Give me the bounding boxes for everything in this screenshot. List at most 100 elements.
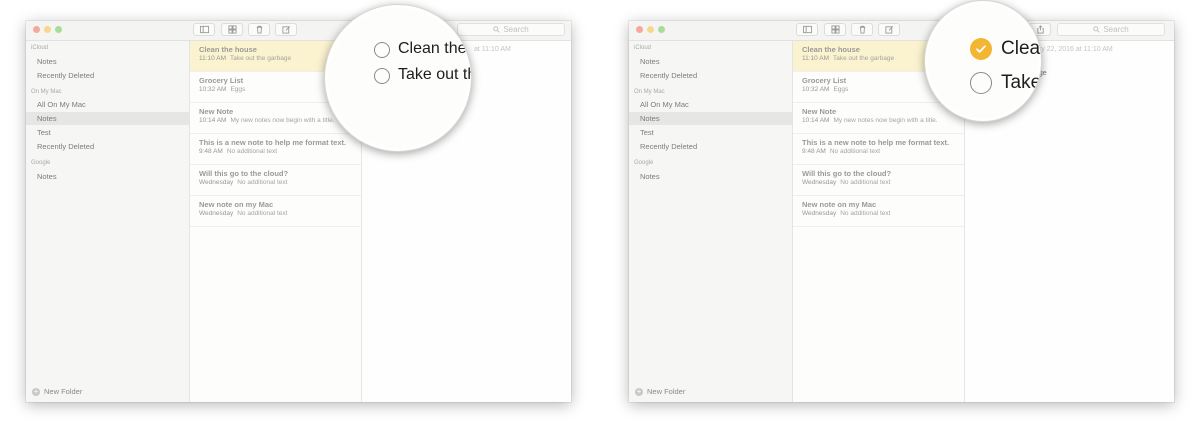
- sidebar-item-all-on-my-mac[interactable]: All On My Mac: [26, 98, 189, 111]
- search-placeholder: Search: [1103, 25, 1129, 34]
- section-on-my-mac: On My Mac: [31, 89, 62, 95]
- sidebar-icon: [802, 25, 812, 34]
- note-title: New Note: [802, 107, 837, 116]
- note-preview: No additional text: [829, 148, 881, 155]
- search-icon: [493, 26, 500, 33]
- zoom-window-button[interactable]: [55, 26, 62, 33]
- note-time: Wednesday: [802, 210, 837, 217]
- note-title: New note on my Mac: [199, 200, 274, 209]
- section-icloud: iCloud: [634, 45, 652, 51]
- checkbox-checked-icon[interactable]: [970, 38, 992, 60]
- note-time: Wednesday: [199, 210, 234, 217]
- zoom-window-button[interactable]: [658, 26, 665, 33]
- section-google: Google: [634, 160, 654, 166]
- compose-note-button[interactable]: [878, 23, 900, 36]
- note-title: This is a new note to help me format tex…: [199, 138, 347, 147]
- delete-note-button[interactable]: [851, 23, 873, 36]
- share-icon: [1036, 25, 1044, 34]
- note-time: 11:10 AM: [199, 55, 226, 62]
- attachments-view-button[interactable]: [221, 23, 243, 36]
- title-bar: Search: [629, 21, 1174, 41]
- note-preview: No additional text: [840, 210, 891, 217]
- sidebar-item-icloud-recently-deleted[interactable]: Recently Deleted: [26, 69, 189, 82]
- note-item[interactable]: New note on my Mac Wednesday No additiona…: [793, 196, 964, 227]
- compose-icon: [281, 26, 290, 34]
- note-item[interactable]: New Note 10:14 AM My new notes now begin …: [793, 103, 964, 134]
- note-item[interactable]: Will this go to the cloud? Wednesday No a…: [190, 165, 361, 196]
- sidebar-item-test[interactable]: Test: [26, 126, 189, 139]
- toggle-sidebar-button[interactable]: [796, 23, 818, 36]
- section-on-my-mac: On My Mac: [634, 89, 665, 95]
- minimize-window-button[interactable]: [647, 26, 654, 33]
- sidebar-item-test[interactable]: Test: [629, 126, 792, 139]
- note-item[interactable]: Will this go to the cloud? Wednesday No a…: [793, 165, 964, 196]
- note-preview: No additional text: [237, 210, 288, 217]
- compose-note-button[interactable]: [275, 23, 297, 36]
- folders-sidebar: iCloud Notes Recently Deleted On My Mac …: [26, 41, 190, 402]
- sidebar-item-all-on-my-mac[interactable]: All On My Mac: [629, 98, 792, 111]
- minimize-window-button[interactable]: [44, 26, 51, 33]
- attachments-view-button[interactable]: [824, 23, 846, 36]
- folders-sidebar: iCloud Notes Recently Deleted On My Mac …: [629, 41, 793, 402]
- new-folder-label: New Folder: [647, 387, 686, 396]
- note-preview: My new notes now begin with a title.: [230, 117, 335, 124]
- note-title: New note on my Mac: [802, 200, 877, 209]
- sidebar-item-google-notes[interactable]: Notes: [26, 170, 189, 183]
- checkbox-unchecked-icon[interactable]: [374, 68, 390, 84]
- magnifier-lens-checked: Clea Take: [924, 0, 1042, 122]
- note-preview: Take out the garbage: [229, 55, 292, 62]
- note-time: Wednesday: [802, 179, 837, 186]
- note-preview: No additional text: [840, 179, 891, 186]
- grid-icon: [830, 25, 840, 34]
- delete-note-button[interactable]: [248, 23, 270, 36]
- search-field[interactable]: Search: [1057, 23, 1165, 36]
- note-item[interactable]: This is a new note to help me format tex…: [190, 134, 361, 165]
- checklist-item-text: Clean the h: [398, 40, 472, 57]
- note-date: at 11:10 AM: [474, 46, 511, 53]
- checklist-item-text: Clea: [1001, 38, 1041, 59]
- note-time: 10:14 AM: [199, 117, 227, 124]
- checklist-item-text: Take: [1001, 72, 1042, 93]
- checkbox-unchecked-icon[interactable]: [374, 42, 390, 58]
- note-title: Will this go to the cloud?: [802, 169, 892, 178]
- search-placeholder: Search: [503, 25, 529, 34]
- search-field[interactable]: Search: [457, 23, 565, 36]
- sidebar-item-mac-notes[interactable]: Notes: [26, 112, 189, 125]
- close-window-button[interactable]: [636, 26, 643, 33]
- new-folder-button[interactable]: + New Folder: [32, 387, 82, 396]
- notes-window-before: Search iCloud Notes Recently Deleted On …: [26, 21, 571, 402]
- note-item[interactable]: This is a new note to help me format tex…: [793, 134, 964, 165]
- sidebar-item-mac-notes[interactable]: Notes: [629, 112, 792, 125]
- note-time: 9:48 AM: [802, 148, 826, 155]
- section-icloud: iCloud: [31, 45, 49, 51]
- note-item[interactable]: New note on my Mac Wednesday No additiona…: [190, 196, 361, 227]
- note-preview: My new notes now begin with a title.: [833, 117, 938, 124]
- new-folder-button[interactable]: + New Folder: [635, 387, 685, 396]
- note-preview: No additional text: [237, 179, 288, 186]
- sidebar-item-icloud-notes[interactable]: Notes: [629, 55, 792, 68]
- search-icon: [1093, 26, 1100, 33]
- note-time: 10:32 AM: [802, 86, 830, 93]
- note-time: 10:32 AM: [199, 86, 227, 93]
- sidebar-icon: [199, 25, 209, 34]
- note-preview: Take out the garbage: [832, 55, 895, 62]
- section-google: Google: [31, 160, 51, 166]
- sidebar-item-google-notes[interactable]: Notes: [629, 170, 792, 183]
- plus-icon: +: [635, 386, 643, 396]
- note-time: 11:10 AM: [802, 55, 829, 62]
- close-window-button[interactable]: [33, 26, 40, 33]
- checkbox-unchecked-icon[interactable]: [970, 72, 992, 94]
- compose-icon: [884, 26, 893, 34]
- sidebar-item-icloud-notes[interactable]: Notes: [26, 55, 189, 68]
- sidebar-item-mac-recently-deleted[interactable]: Recently Deleted: [26, 140, 189, 153]
- checklist-item-text: Take out the: [398, 66, 471, 83]
- note-preview: Eggs: [230, 86, 246, 93]
- note-time: Wednesday: [199, 179, 234, 186]
- note-time: 9:48 AM: [199, 148, 223, 155]
- note-time: 10:14 AM: [802, 117, 830, 124]
- sidebar-item-icloud-recently-deleted[interactable]: Recently Deleted: [629, 69, 792, 82]
- toggle-sidebar-button[interactable]: [193, 23, 215, 36]
- note-preview: Eggs: [833, 86, 849, 93]
- notes-window-after: Search iCloud Notes Recently Deleted On …: [629, 21, 1174, 402]
- sidebar-item-mac-recently-deleted[interactable]: Recently Deleted: [629, 140, 792, 153]
